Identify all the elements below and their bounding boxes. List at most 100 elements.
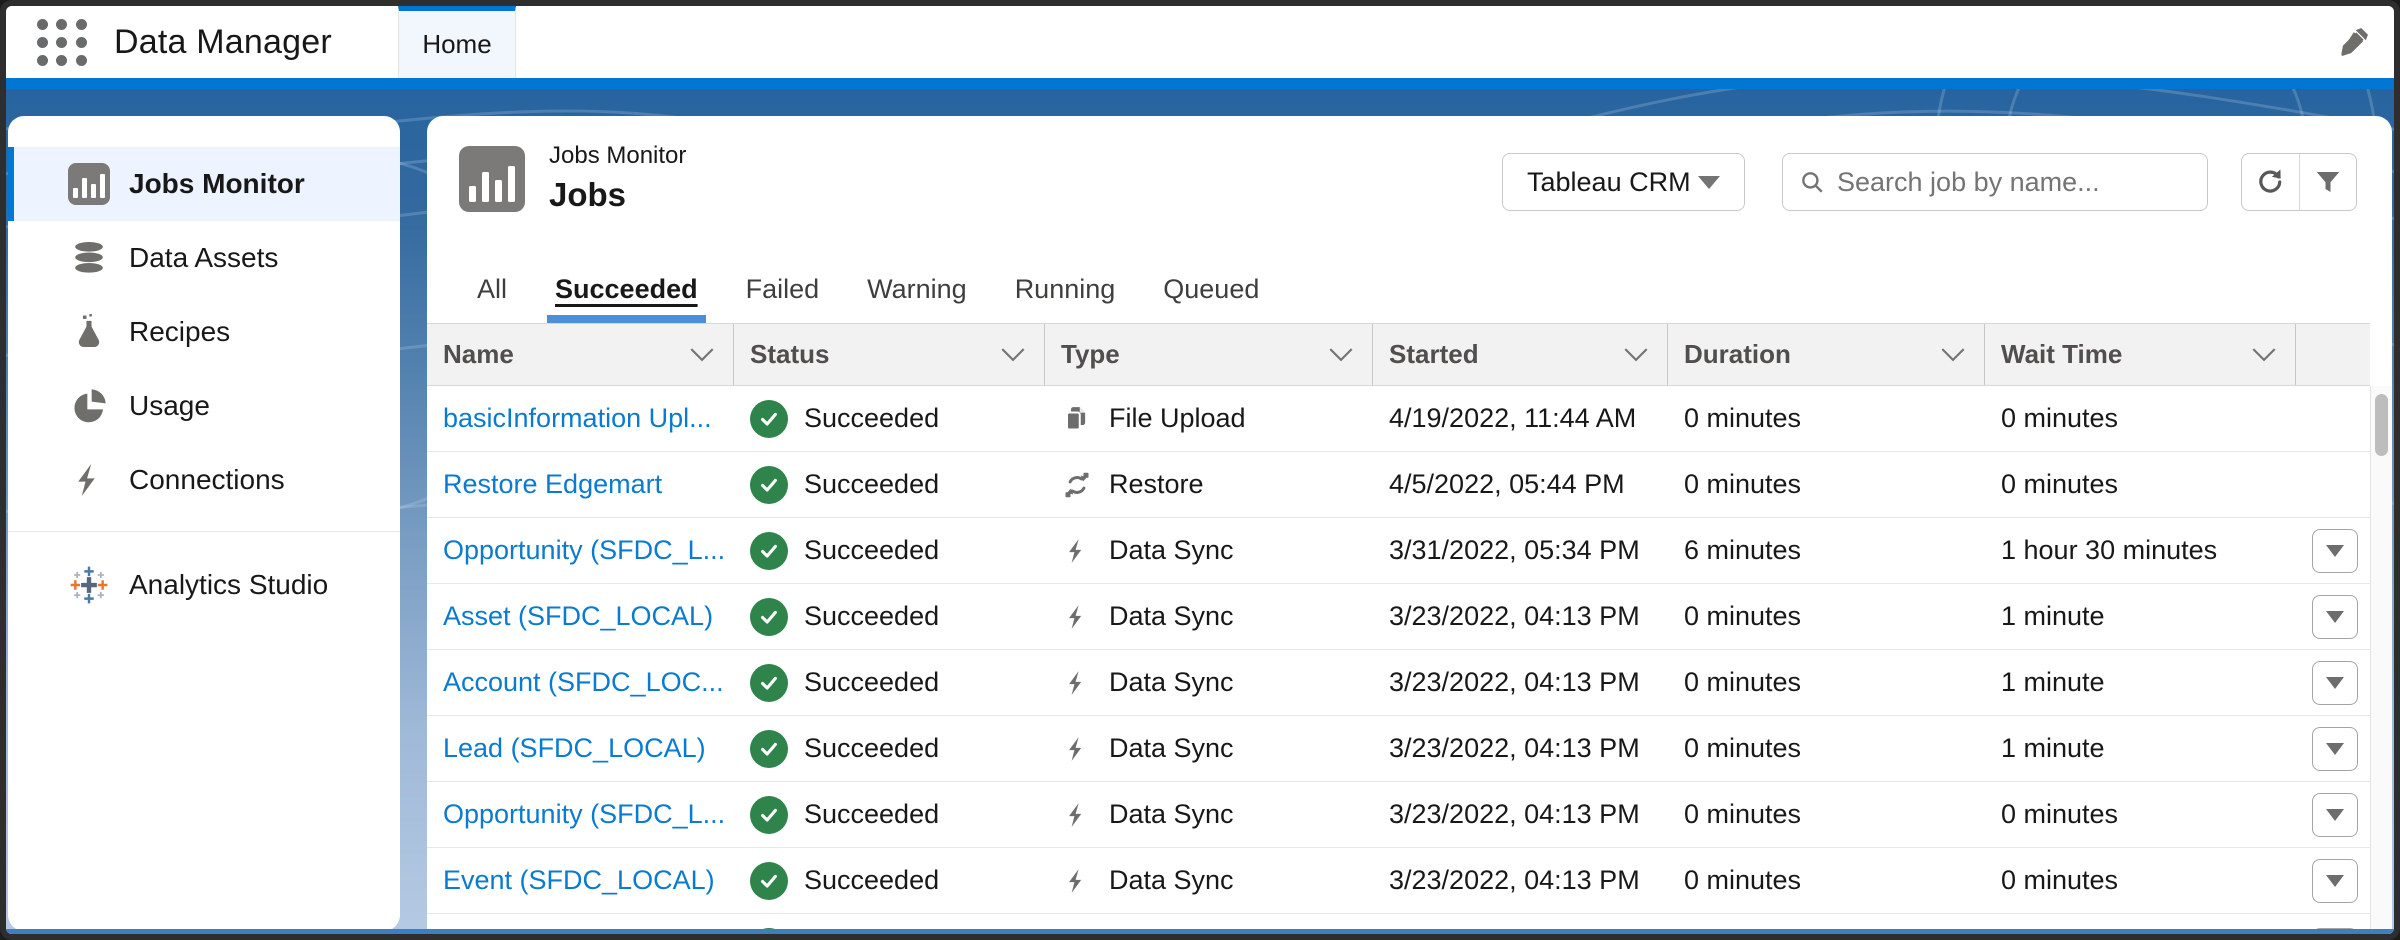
- table-row: Lead (SFDC_LOCAL) Succeeded Data Sync 3/…: [427, 716, 2370, 782]
- sidebar-item-label: Connections: [129, 464, 285, 496]
- tab-home[interactable]: Home: [398, 6, 516, 78]
- job-name-link[interactable]: basicInformation Upl...: [443, 403, 712, 434]
- triangle-down-icon: [2326, 875, 2344, 887]
- column-header-wait-time[interactable]: Wait Time: [1985, 324, 2296, 385]
- wait-time-text: 0 minutes: [2001, 403, 2118, 434]
- app-launcher-icon[interactable]: [36, 16, 88, 68]
- status-text: Succeeded: [804, 403, 939, 434]
- column-header-actions: [2296, 324, 2370, 385]
- triangle-down-icon: [2326, 611, 2344, 623]
- toolbar-button-group: [2241, 153, 2357, 211]
- wait-time-text: 0 minutes: [2001, 865, 2118, 896]
- started-text: 4/19/2022, 11:44 AM: [1389, 403, 1636, 434]
- job-name-link[interactable]: Opportunity (SFDC_L...: [443, 535, 725, 566]
- status-text: Succeeded: [804, 535, 939, 566]
- success-check-icon: [750, 466, 788, 504]
- success-check-icon: [750, 862, 788, 900]
- chevron-down-icon: [2251, 347, 2277, 362]
- started-text: 3/31/2022, 05:34 PM: [1389, 535, 1640, 566]
- wait-time-text: 1 minute: [2001, 667, 2105, 698]
- duration-text: 0 minutes: [1684, 469, 1801, 500]
- search-icon: [1799, 167, 1825, 197]
- chevron-down-icon: [1940, 347, 1966, 362]
- duration-text: 6 minutes: [1684, 535, 1801, 566]
- table-row: Opportunity (SFDC_L... Succeeded Data Sy…: [427, 518, 2370, 584]
- column-header-duration[interactable]: Duration: [1668, 324, 1985, 385]
- table-row-partial: [427, 914, 2370, 929]
- row-actions-dropdown-button[interactable]: [2312, 859, 2358, 903]
- type-text: Data Sync: [1109, 799, 1234, 830]
- status-tabs: All Succeeded Failed Warning Running Que…: [427, 256, 2392, 323]
- refresh-button[interactable]: [2242, 154, 2300, 210]
- sidebar-item-data-assets[interactable]: Data Assets: [8, 221, 400, 295]
- job-name-link[interactable]: Asset (SFDC_LOCAL): [443, 601, 713, 632]
- data-sync-bolt-icon: [1061, 603, 1093, 631]
- bar-chart-icon: [67, 163, 111, 205]
- sidebar-item-jobs-monitor[interactable]: Jobs Monitor: [8, 147, 400, 221]
- job-name-link[interactable]: Opportunity (SFDC_L...: [443, 799, 725, 830]
- job-name-link[interactable]: Account (SFDC_LOC...: [443, 667, 724, 698]
- column-header-name[interactable]: Name: [427, 324, 734, 385]
- column-header-type[interactable]: Type: [1045, 324, 1373, 385]
- wait-time-text: 0 minutes: [2001, 799, 2118, 830]
- sidebar-divider: [8, 531, 400, 532]
- wait-time-text: 1 hour 30 minutes: [2001, 535, 2217, 566]
- vertical-scrollbar[interactable]: [2370, 386, 2392, 929]
- filter-button[interactable]: [2300, 154, 2357, 210]
- sidebar-item-connections[interactable]: Connections: [8, 443, 400, 517]
- job-name-link[interactable]: Event (SFDC_LOCAL): [443, 865, 715, 896]
- column-header-started[interactable]: Started: [1373, 324, 1668, 385]
- app-selector-dropdown[interactable]: Tableau CRM: [1502, 153, 1745, 211]
- data-sync-bolt-icon: [1061, 537, 1093, 565]
- type-text: Data Sync: [1109, 733, 1234, 764]
- global-header: Data Manager Home: [6, 6, 2394, 78]
- tab-succeeded[interactable]: Succeeded: [547, 256, 706, 323]
- sidebar-item-recipes[interactable]: Recipes: [8, 295, 400, 369]
- tab-all[interactable]: All: [469, 256, 515, 323]
- sidebar-item-analytics-studio[interactable]: Analytics Studio: [8, 548, 400, 622]
- column-label: Duration: [1684, 339, 1791, 370]
- tab-home-label: Home: [422, 29, 491, 60]
- started-text: 4/5/2022, 05:44 PM: [1389, 469, 1625, 500]
- row-actions-dropdown-button[interactable]: [2312, 793, 2358, 837]
- search-input[interactable]: [1837, 167, 2191, 198]
- tab-label: Queued: [1163, 274, 1259, 305]
- chevron-down-icon: [1328, 347, 1354, 362]
- status-text: Succeeded: [804, 733, 939, 764]
- table-header-row: Name Status Type Started Duration Wait T…: [427, 323, 2370, 386]
- panel-header: Jobs Monitor Jobs Tableau CRM: [427, 116, 2392, 256]
- pie-chart-icon: [67, 386, 111, 426]
- tab-queued[interactable]: Queued: [1155, 256, 1267, 323]
- success-check-icon: [750, 532, 788, 570]
- sidebar-item-label: Jobs Monitor: [129, 168, 305, 200]
- row-actions-dropdown-button[interactable]: [2312, 727, 2358, 771]
- sidebar-item-label: Analytics Studio: [129, 569, 328, 601]
- edit-pencil-icon[interactable]: [2334, 22, 2374, 62]
- tab-warning[interactable]: Warning: [859, 256, 975, 323]
- row-actions-dropdown-button[interactable]: [2312, 529, 2358, 573]
- window-bottom-edge: [6, 929, 2394, 934]
- started-text: 3/23/2022, 04:13 PM: [1389, 733, 1640, 764]
- job-name-link[interactable]: Restore Edgemart: [443, 469, 662, 500]
- column-label: Type: [1061, 339, 1120, 370]
- chevron-down-icon: [1000, 347, 1026, 362]
- filter-icon: [2313, 167, 2343, 197]
- sidebar-item-label: Usage: [129, 390, 210, 422]
- row-actions-dropdown-button[interactable]: [2312, 661, 2358, 705]
- started-text: 3/23/2022, 04:13 PM: [1389, 601, 1640, 632]
- scrollbar-thumb[interactable]: [2375, 394, 2388, 456]
- wait-time-text: 1 minute: [2001, 733, 2105, 764]
- tab-running[interactable]: Running: [1007, 256, 1124, 323]
- tab-failed[interactable]: Failed: [738, 256, 828, 323]
- job-name-link[interactable]: Lead (SFDC_LOCAL): [443, 733, 706, 764]
- table-row: basicInformation Upl... Succeeded File U…: [427, 386, 2370, 452]
- row-actions-dropdown-button[interactable]: [2312, 595, 2358, 639]
- started-text: 3/23/2022, 04:13 PM: [1389, 667, 1640, 698]
- success-check-icon: [750, 400, 788, 438]
- sidebar-item-usage[interactable]: Usage: [8, 369, 400, 443]
- success-check-icon: [750, 598, 788, 636]
- success-check-icon: [750, 796, 788, 834]
- breadcrumb: Jobs Monitor: [549, 142, 686, 170]
- column-header-status[interactable]: Status: [734, 324, 1045, 385]
- file-upload-icon: [1061, 404, 1093, 434]
